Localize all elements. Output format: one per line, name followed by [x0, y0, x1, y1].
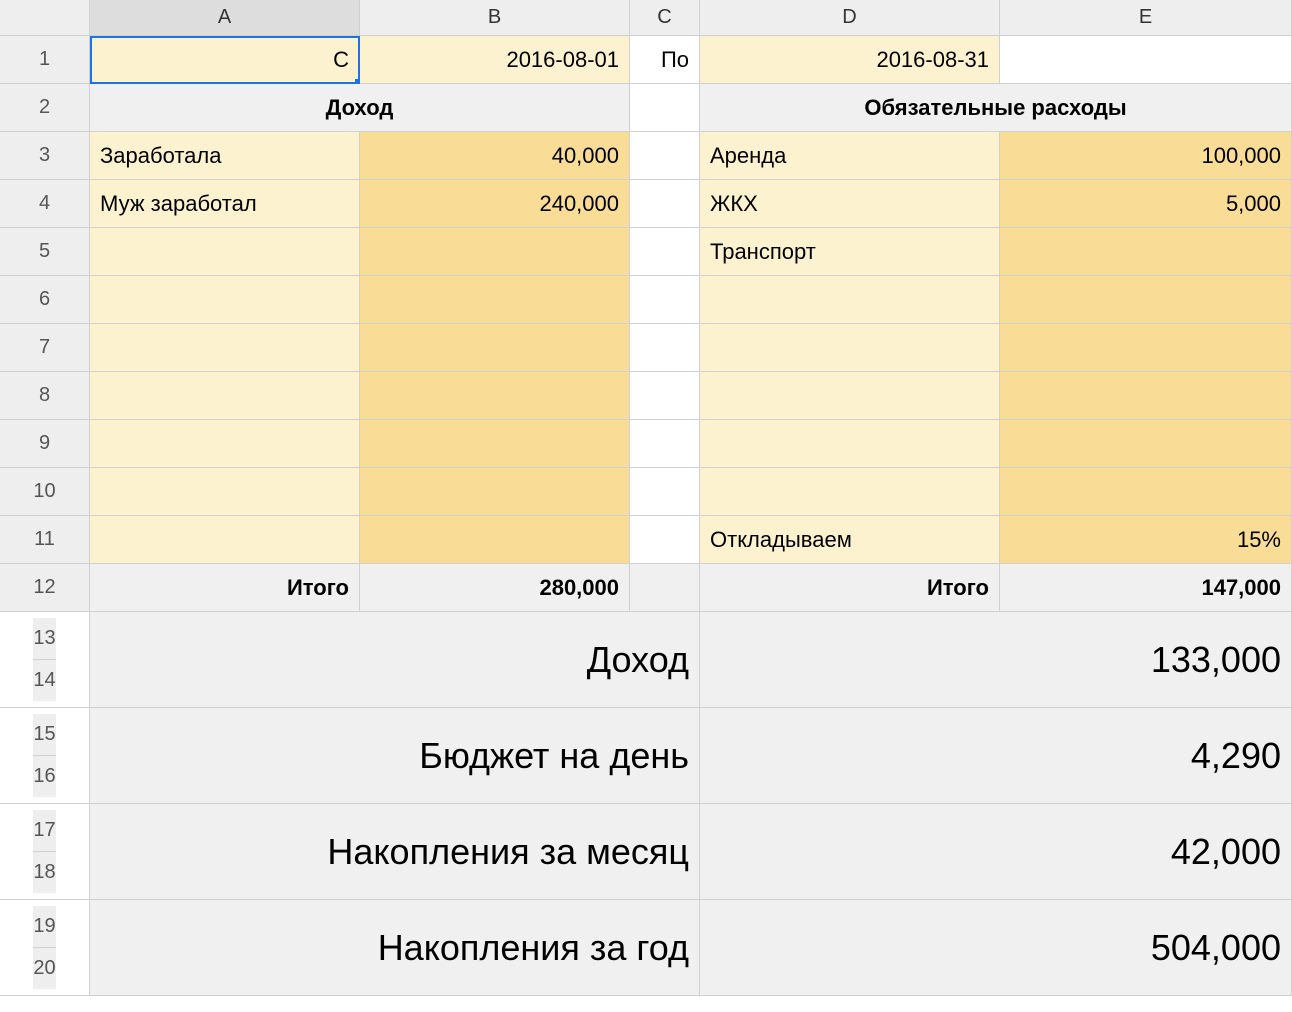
cell-e7[interactable]	[1000, 324, 1292, 372]
cell-e4[interactable]: 5,000	[1000, 180, 1292, 228]
col-header-d[interactable]: D	[700, 0, 1000, 36]
cell-e3[interactable]: 100,000	[1000, 132, 1292, 180]
summary-label-2[interactable]: Накопления за месяц	[90, 804, 700, 900]
cell-a10[interactable]	[90, 468, 360, 516]
cell-c5[interactable]	[630, 228, 700, 276]
cell-b7[interactable]	[360, 324, 630, 372]
row-header-11[interactable]: 11	[0, 516, 90, 564]
row-header-8[interactable]: 8	[0, 372, 90, 420]
row-header-17-18[interactable]: 17 18	[0, 804, 90, 900]
income-total-label[interactable]: Итого	[90, 564, 360, 612]
cell-c7[interactable]	[630, 324, 700, 372]
cell-d4[interactable]: ЖКХ	[700, 180, 1000, 228]
cell-b3[interactable]: 40,000	[360, 132, 630, 180]
cell-e8[interactable]	[1000, 372, 1292, 420]
cell-d1[interactable]: 2016-08-31	[700, 36, 1000, 84]
expenses-header[interactable]: Обязательные расходы	[700, 84, 1292, 132]
cell-c1[interactable]: По	[630, 36, 700, 84]
cell-c3[interactable]	[630, 132, 700, 180]
cell-b1[interactable]: 2016-08-01	[360, 36, 630, 84]
cell-a7[interactable]	[90, 324, 360, 372]
row-header-5[interactable]: 5	[0, 228, 90, 276]
income-total-value[interactable]: 280,000	[360, 564, 630, 612]
cell-c6[interactable]	[630, 276, 700, 324]
row-header-1[interactable]: 1	[0, 36, 90, 84]
row-header-7[interactable]: 7	[0, 324, 90, 372]
summary-value-0[interactable]: 133,000	[700, 612, 1292, 708]
col-header-e[interactable]: E	[1000, 0, 1292, 36]
cell-a9[interactable]	[90, 420, 360, 468]
cell-d11[interactable]: Откладываем	[700, 516, 1000, 564]
col-header-a[interactable]: A	[90, 0, 360, 36]
col-header-b[interactable]: B	[360, 0, 630, 36]
cell-a6[interactable]	[90, 276, 360, 324]
spreadsheet-grid[interactable]: A B C D E 1 С 2016-08-01 По 2016-08-31 2…	[0, 0, 1292, 996]
cell-d5[interactable]: Транспорт	[700, 228, 1000, 276]
cell-c10[interactable]	[630, 468, 700, 516]
cell-b6[interactable]	[360, 276, 630, 324]
cell-c4[interactable]	[630, 180, 700, 228]
cell-d7[interactable]	[700, 324, 1000, 372]
expenses-total-label[interactable]: Итого	[700, 564, 1000, 612]
select-all-corner[interactable]	[0, 0, 90, 36]
col-header-c[interactable]: C	[630, 0, 700, 36]
expenses-total-value[interactable]: 147,000	[1000, 564, 1292, 612]
cell-d10[interactable]	[700, 468, 1000, 516]
cell-d8[interactable]	[700, 372, 1000, 420]
summary-label-1[interactable]: Бюджет на день	[90, 708, 700, 804]
summary-label-3[interactable]: Накопления за год	[90, 900, 700, 996]
cell-a11[interactable]	[90, 516, 360, 564]
cell-b8[interactable]	[360, 372, 630, 420]
summary-value-2[interactable]: 42,000	[700, 804, 1292, 900]
cell-c12[interactable]	[630, 564, 700, 612]
row-header-10[interactable]: 10	[0, 468, 90, 516]
cell-d3[interactable]: Аренда	[700, 132, 1000, 180]
row-header-2[interactable]: 2	[0, 84, 90, 132]
cell-e10[interactable]	[1000, 468, 1292, 516]
cell-a5[interactable]	[90, 228, 360, 276]
row-header-3[interactable]: 3	[0, 132, 90, 180]
row-header-4[interactable]: 4	[0, 180, 90, 228]
cell-b5[interactable]	[360, 228, 630, 276]
cell-a1[interactable]: С	[90, 36, 360, 84]
cell-e6[interactable]	[1000, 276, 1292, 324]
row-header-15-16[interactable]: 15 16	[0, 708, 90, 804]
income-header[interactable]: Доход	[90, 84, 630, 132]
cell-b4[interactable]: 240,000	[360, 180, 630, 228]
row-header-12[interactable]: 12	[0, 564, 90, 612]
cell-e5[interactable]	[1000, 228, 1292, 276]
cell-b11[interactable]	[360, 516, 630, 564]
cell-c11[interactable]	[630, 516, 700, 564]
cell-d6[interactable]	[700, 276, 1000, 324]
cell-a3[interactable]: Заработала	[90, 132, 360, 180]
summary-label-0[interactable]: Доход	[90, 612, 700, 708]
cell-c9[interactable]	[630, 420, 700, 468]
cell-a4[interactable]: Муж заработал	[90, 180, 360, 228]
summary-value-1[interactable]: 4,290	[700, 708, 1292, 804]
cell-c2[interactable]	[630, 84, 700, 132]
cell-d9[interactable]	[700, 420, 1000, 468]
cell-e1[interactable]	[1000, 36, 1292, 84]
cell-b9[interactable]	[360, 420, 630, 468]
cell-e11[interactable]: 15%	[1000, 516, 1292, 564]
cell-c8[interactable]	[630, 372, 700, 420]
cell-e9[interactable]	[1000, 420, 1292, 468]
row-header-6[interactable]: 6	[0, 276, 90, 324]
row-header-9[interactable]: 9	[0, 420, 90, 468]
cell-b10[interactable]	[360, 468, 630, 516]
summary-value-3[interactable]: 504,000	[700, 900, 1292, 996]
row-header-19-20[interactable]: 19 20	[0, 900, 90, 996]
row-header-13-14[interactable]: 13 14	[0, 612, 90, 708]
cell-a8[interactable]	[90, 372, 360, 420]
